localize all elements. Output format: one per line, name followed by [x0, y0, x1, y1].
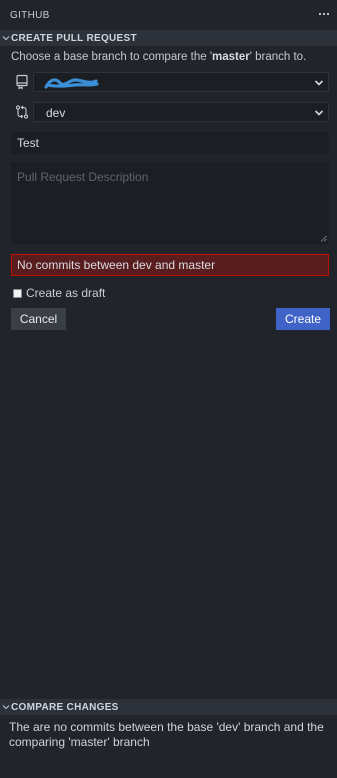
hint-branch-name: master	[212, 51, 250, 63]
git-compare-icon	[15, 105, 29, 119]
create-button[interactable]: Create	[276, 308, 330, 330]
base-branch-value: dev	[46, 106, 66, 120]
draft-label: Create as draft	[26, 286, 106, 300]
ellipsis-icon[interactable]	[318, 6, 330, 22]
repo-icon	[16, 74, 28, 90]
redacted-repository-name	[44, 78, 99, 89]
compare-changes-section-header[interactable]: COMPARE CHANGES	[0, 699, 337, 715]
no-commits-error: No commits between dev and master	[11, 254, 329, 276]
resize-handle-icon[interactable]	[320, 235, 327, 242]
chevron-down-icon	[314, 110, 324, 116]
compare-changes-message: The are no commits between the base 'dev…	[9, 720, 324, 749]
pr-title-input[interactable]: Test	[11, 132, 329, 154]
cancel-button[interactable]: Cancel	[11, 308, 66, 330]
create-pr-section-header[interactable]: CREATE PULL REQUEST	[0, 30, 337, 46]
draft-option[interactable]: Create as draft	[13, 286, 105, 300]
chevron-down-icon	[314, 80, 324, 86]
chevron-down-icon	[2, 705, 10, 710]
error-message: No commits between dev and master	[17, 258, 216, 272]
pr-description-placeholder: Pull Request Description	[17, 170, 149, 184]
pr-description-textarea[interactable]: Pull Request Description	[11, 162, 329, 244]
section-title: COMPARE CHANGES	[11, 701, 119, 713]
draft-checkbox[interactable]	[13, 288, 22, 298]
section-title: CREATE PULL REQUEST	[11, 32, 137, 44]
base-branch-hint: Choose a base branch to compare the 'mas…	[11, 51, 307, 63]
view-header: GITHUB	[0, 0, 337, 30]
view-title: GITHUB	[10, 9, 50, 21]
base-branch-select[interactable]: dev	[33, 102, 329, 122]
github-panel: GITHUB CREATE PULL REQUEST Choose a base…	[0, 0, 337, 778]
chevron-down-icon	[2, 36, 10, 41]
repository-select[interactable]	[33, 72, 329, 92]
pr-title-value: Test	[17, 136, 40, 150]
